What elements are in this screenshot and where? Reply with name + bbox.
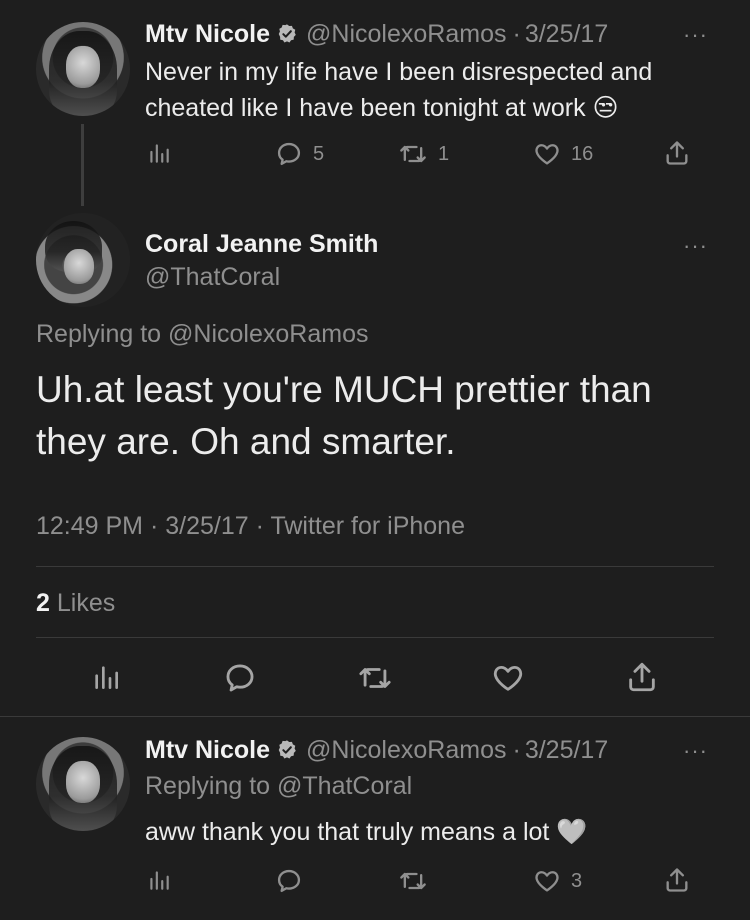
reply-icon: [223, 661, 257, 695]
retweet-count: 1: [438, 142, 450, 165]
tweet-text: Uh.at least you're MUCH prettier than th…: [36, 369, 652, 462]
verified-badge-icon: [276, 23, 298, 45]
likes-summary[interactable]: 2 Likes: [36, 589, 115, 618]
tweet-time[interactable]: 12:49 PM: [36, 512, 143, 540]
like-count: 3: [571, 869, 583, 892]
replying-prefix: Replying to: [36, 320, 162, 348]
like-button[interactable]: 16: [533, 140, 593, 168]
separator: ·: [512, 19, 521, 48]
share-icon: [663, 139, 691, 167]
analytics-icon: [90, 661, 122, 693]
avatar-nicole[interactable]: [36, 737, 130, 831]
tweet-divider: [0, 716, 750, 717]
display-name[interactable]: Mtv Nicole: [145, 20, 270, 49]
reply-button[interactable]: [275, 867, 303, 895]
heart-icon: [491, 661, 525, 695]
replying-to: Replying to @NicolexoRamos: [36, 320, 368, 349]
retweet-icon: [357, 661, 393, 695]
retweet-button[interactable]: [398, 867, 428, 895]
like-button[interactable]: 3: [533, 867, 582, 895]
handle[interactable]: @NicolexoRamos: [306, 736, 506, 765]
retweet-icon: [398, 867, 428, 895]
share-button[interactable]: [625, 660, 659, 694]
tweet-meta: 12:49 PM · 3/25/17 · Twitter for iPhone: [36, 512, 465, 541]
handle[interactable]: @NicolexoRamos: [306, 20, 506, 49]
retweet-icon: [398, 140, 428, 168]
tweet-header: Mtv Nicole @NicolexoRamos · 3/25/17: [145, 18, 608, 50]
avatar-face: [66, 761, 100, 803]
retweet-button[interactable]: 1: [398, 140, 449, 168]
more-options-icon[interactable]: ···: [683, 22, 708, 48]
reply-button[interactable]: [223, 661, 257, 695]
like-button[interactable]: [491, 661, 525, 695]
replying-handle[interactable]: @ThatCoral: [277, 772, 412, 800]
analytics-icon: [146, 867, 172, 893]
divider: [36, 637, 714, 638]
tweet-text-content: aww thank you that truly means a lot: [145, 818, 550, 846]
verified-badge-icon: [276, 739, 298, 761]
separator: ·: [149, 512, 159, 540]
unamused-emoji: 😒: [592, 94, 619, 122]
share-icon: [625, 660, 659, 694]
tweet-header: Mtv Nicole @NicolexoRamos · 3/25/17: [145, 734, 608, 766]
heart-icon: [533, 140, 561, 168]
tweet-date[interactable]: 3/25/17: [525, 20, 608, 49]
reply-count: 5: [313, 142, 325, 165]
divider: [36, 566, 714, 567]
replying-prefix: Replying to: [145, 772, 271, 800]
analytics-button[interactable]: [146, 867, 172, 893]
reply-icon: [275, 867, 303, 895]
tweet-text: aww thank you that truly means a lot 🤍: [145, 814, 720, 850]
tweet-date[interactable]: 3/25/17: [165, 512, 248, 540]
avatar-face: [66, 46, 100, 88]
retweet-button[interactable]: [357, 661, 393, 695]
heart-icon: [533, 867, 561, 895]
more-options-icon[interactable]: ···: [683, 233, 708, 259]
analytics-button[interactable]: [146, 140, 172, 166]
share-icon: [663, 866, 691, 894]
tweet-date[interactable]: 3/25/17: [525, 736, 608, 765]
share-button[interactable]: [663, 139, 691, 167]
analytics-icon: [146, 140, 172, 166]
handle[interactable]: @ThatCoral: [145, 263, 280, 292]
likes-label: Likes: [56, 589, 116, 617]
white-heart-emoji: 🤍: [556, 818, 588, 846]
like-count: 16: [571, 142, 594, 165]
reply-button[interactable]: 5: [275, 140, 324, 168]
replying-handle[interactable]: @NicolexoRamos: [168, 320, 368, 348]
replying-to: Replying to @ThatCoral: [145, 772, 412, 801]
likes-count: 2: [36, 589, 50, 617]
avatar-coral[interactable]: [36, 213, 130, 307]
separator: ·: [255, 512, 264, 540]
avatar-face: [64, 248, 95, 285]
share-button[interactable]: [663, 866, 691, 894]
analytics-button[interactable]: [90, 661, 122, 693]
tweet-text: Never in my life have I been disrespecte…: [145, 54, 720, 126]
tweet-source[interactable]: Twitter for iPhone: [270, 512, 465, 540]
thread-line: [81, 124, 84, 206]
separator: ·: [512, 735, 521, 764]
tweet-text-content: Never in my life have I been disrespecte…: [145, 58, 653, 122]
display-name[interactable]: Coral Jeanne Smith: [145, 230, 378, 259]
display-name[interactable]: Mtv Nicole: [145, 736, 270, 765]
avatar-nicole[interactable]: [36, 22, 130, 116]
more-options-icon[interactable]: ···: [683, 738, 708, 764]
reply-icon: [275, 140, 303, 168]
